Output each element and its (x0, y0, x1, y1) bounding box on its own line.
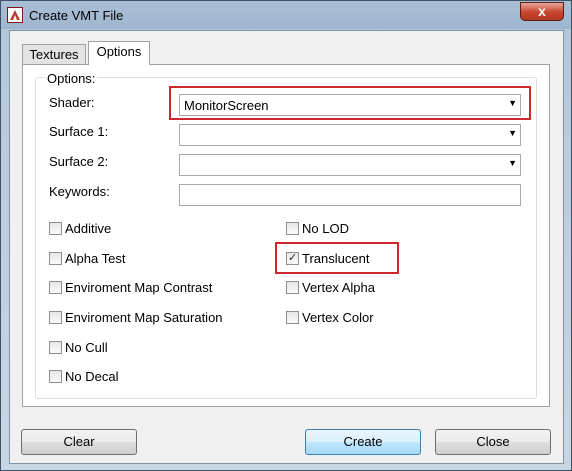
clear-button[interactable]: Clear (21, 429, 137, 455)
keywords-input[interactable] (179, 184, 521, 206)
translucent-highlight-box (275, 242, 399, 274)
checkbox-label: Vertex Alpha (302, 280, 375, 295)
tab-options[interactable]: Options (88, 41, 150, 65)
checkbox-box[interactable] (49, 341, 62, 354)
checkbox-box[interactable] (49, 222, 62, 235)
checkbox-box[interactable] (49, 370, 62, 383)
surface2-dropdown[interactable]: ▼ (179, 154, 521, 176)
shader-highlight-box (169, 86, 531, 120)
create-button[interactable]: Create (305, 429, 421, 455)
checkbox-label: Alpha Test (65, 251, 126, 266)
title-bar[interactable]: Create VMT File x (1, 1, 571, 29)
checkbox-label: Enviroment Map Contrast (65, 280, 213, 295)
tab-textures[interactable]: Textures (22, 44, 86, 64)
surface1-dropdown[interactable]: ▼ (179, 124, 521, 146)
checkbox-label: No LOD (302, 221, 349, 236)
checkbox-label: No Decal (65, 369, 119, 384)
close-button[interactable]: Close (435, 429, 551, 455)
shader-label: Shader: (49, 95, 95, 110)
app-logo-icon (7, 7, 23, 23)
window-close-button[interactable]: x (520, 2, 564, 21)
checkbox-box[interactable] (286, 222, 299, 235)
chevron-down-icon: ▼ (508, 158, 517, 168)
dialog-body: Textures Options Options: Shader: Monito… (9, 30, 564, 464)
checkbox-label: Enviroment Map Saturation (65, 310, 223, 325)
options-group-title: Options: (45, 71, 98, 86)
surface1-label: Surface 1: (49, 124, 109, 139)
keywords-label: Keywords: (49, 184, 110, 199)
checkbox-box[interactable] (49, 252, 62, 265)
checkbox-box[interactable] (49, 311, 62, 324)
surface2-label: Surface 2: (49, 154, 109, 169)
checkbox-box[interactable] (286, 311, 299, 324)
checkbox-box[interactable] (49, 281, 62, 294)
checkbox-label: Additive (65, 221, 112, 236)
checkbox-label: No Cull (65, 340, 108, 355)
checkbox-label: Vertex Color (302, 310, 374, 325)
checkbox-box[interactable] (286, 281, 299, 294)
chevron-down-icon: ▼ (508, 128, 517, 138)
options-tab-page: Options: Shader: MonitorScreen ▼ Surface… (22, 64, 550, 407)
create-vmt-window: Create VMT File x Textures Options Optio… (0, 0, 572, 471)
window-title: Create VMT File (29, 8, 124, 23)
